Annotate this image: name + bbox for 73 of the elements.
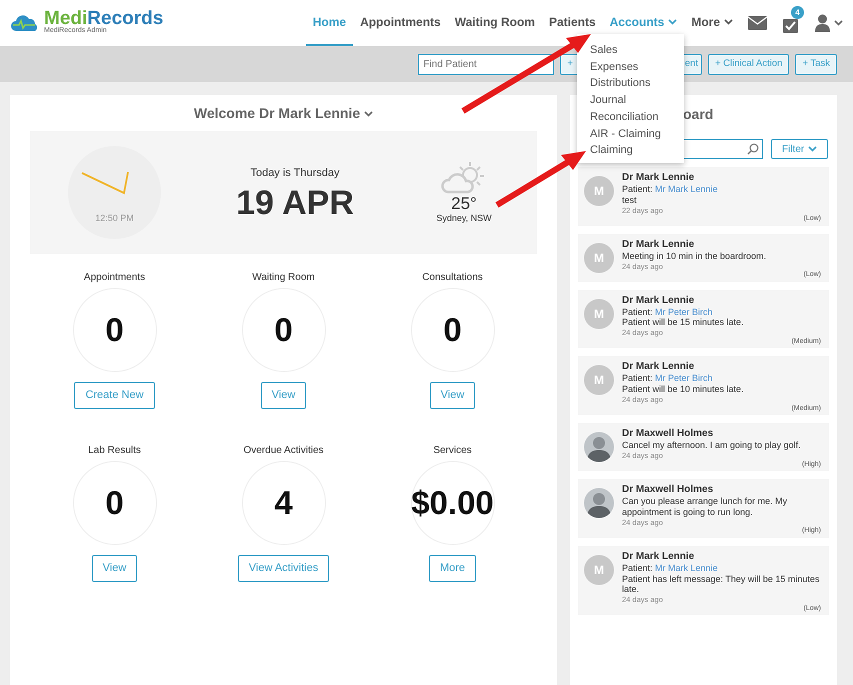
- count-circle: 0: [242, 288, 326, 372]
- menu-item[interactable]: Reconciliation: [590, 108, 658, 126]
- sender-name: Dr Maxwell Holmes: [622, 484, 714, 496]
- count-circle: 0: [410, 288, 494, 372]
- count-circle: 4: [242, 461, 326, 545]
- caret-icon: [834, 20, 843, 26]
- tile-button[interactable]: More: [428, 555, 476, 582]
- sender-name: Dr Maxwell Holmes: [622, 428, 714, 440]
- cloud-logo-icon: [10, 13, 40, 33]
- tile-button[interactable]: View: [430, 382, 476, 408]
- tile-label: Overdue Activities: [242, 444, 325, 458]
- tile-button[interactable]: View: [260, 382, 306, 408]
- avatar-icon: [584, 488, 614, 518]
- sender-name: Dr Mark Lennie: [622, 361, 696, 374]
- add-button[interactable]: + Task: [795, 54, 837, 74]
- patient-label: Patient:: [622, 373, 653, 384]
- badge-count: 4: [791, 6, 804, 19]
- nav-link[interactable]: Appointments: [353, 0, 448, 46]
- sender-name: Dr Mark Lennie: [622, 238, 696, 251]
- caret-icon: [364, 110, 374, 116]
- clock-time: 12:50 PM: [94, 212, 135, 224]
- menu-item[interactable]: Claiming: [590, 142, 633, 159]
- board-title: oard: [683, 106, 714, 122]
- filter-button[interactable]: Filter: [771, 139, 828, 159]
- message-text: Patient has left message: They will be 15 minutes late.: [622, 574, 820, 596]
- user-icon[interactable]: [815, 14, 830, 32]
- mail-icon[interactable]: [748, 16, 767, 30]
- message-text: Cancel my afternoon. I am going to play golf.: [622, 440, 802, 451]
- sender-name: Dr Mark Lennie: [622, 294, 696, 307]
- add-button[interactable]: + Clinical Action: [708, 54, 790, 74]
- patient-link[interactable]: Mr Peter Birch: [655, 306, 713, 317]
- message-text: Can you please arrange lunch for me. My appointment is going to run long.: [622, 496, 788, 518]
- menu-item[interactable]: Expenses: [590, 58, 638, 76]
- search-icon: [747, 143, 759, 155]
- patient-label: Patient:: [622, 562, 653, 573]
- message-text: test: [622, 194, 638, 206]
- patient-link[interactable]: Mr Mark Lennie: [655, 562, 718, 573]
- message-text: Patient will be 10 minutes late.: [622, 384, 745, 395]
- tile-label: Lab Results: [87, 444, 142, 458]
- clock-hands-icon: [81, 171, 129, 196]
- welcome-title[interactable]: Welcome Dr Mark Lennie: [194, 103, 374, 124]
- patient-link[interactable]: Mr Mark Lennie: [655, 184, 718, 194]
- avatar-icon: [584, 432, 614, 462]
- message-text: Patient will be 15 minutes late.: [622, 317, 745, 328]
- tile-button[interactable]: View Activities: [238, 555, 330, 582]
- checklist-icon[interactable]: [783, 16, 799, 33]
- nav-link[interactable]: More: [684, 0, 740, 46]
- caret-icon: [808, 146, 818, 152]
- tile-label: Appointments: [82, 271, 146, 285]
- nav-link[interactable]: Waiting Room: [448, 0, 542, 46]
- patient-label: Patient:: [622, 184, 653, 194]
- count-circle: 0: [72, 288, 156, 372]
- tile-button[interactable]: View: [92, 555, 138, 582]
- brand-name[interactable]: MediRecords: [44, 9, 164, 28]
- day-label: Today is Thursday: [249, 166, 341, 182]
- menu-item[interactable]: Distributions: [590, 75, 651, 92]
- count-circle: 0: [72, 461, 156, 545]
- tile-label: Services: [432, 444, 473, 458]
- patient-link[interactable]: Mr Peter Birch: [655, 373, 713, 384]
- count-circle: $0.00: [410, 461, 494, 545]
- sender-name: Dr Mark Lennie: [622, 550, 696, 563]
- tile-label: Waiting Room: [251, 271, 316, 285]
- location: Sydney, NSW: [435, 212, 493, 226]
- tile-label: Consultations: [421, 271, 484, 285]
- tile-button[interactable]: Create New: [74, 382, 155, 408]
- search-field[interactable]: Find Patient: [418, 54, 554, 74]
- temperature: 25°: [450, 195, 478, 212]
- message-text: Meeting in 10 min in the boardroom.: [622, 250, 768, 262]
- menu-item[interactable]: AIR - Claiming: [590, 126, 661, 142]
- patient-label: Patient:: [622, 306, 653, 317]
- date-label: 19 APR: [235, 186, 355, 220]
- sender-name: Dr Mark Lennie: [622, 172, 696, 184]
- menu-item[interactable]: Journal: [590, 92, 626, 109]
